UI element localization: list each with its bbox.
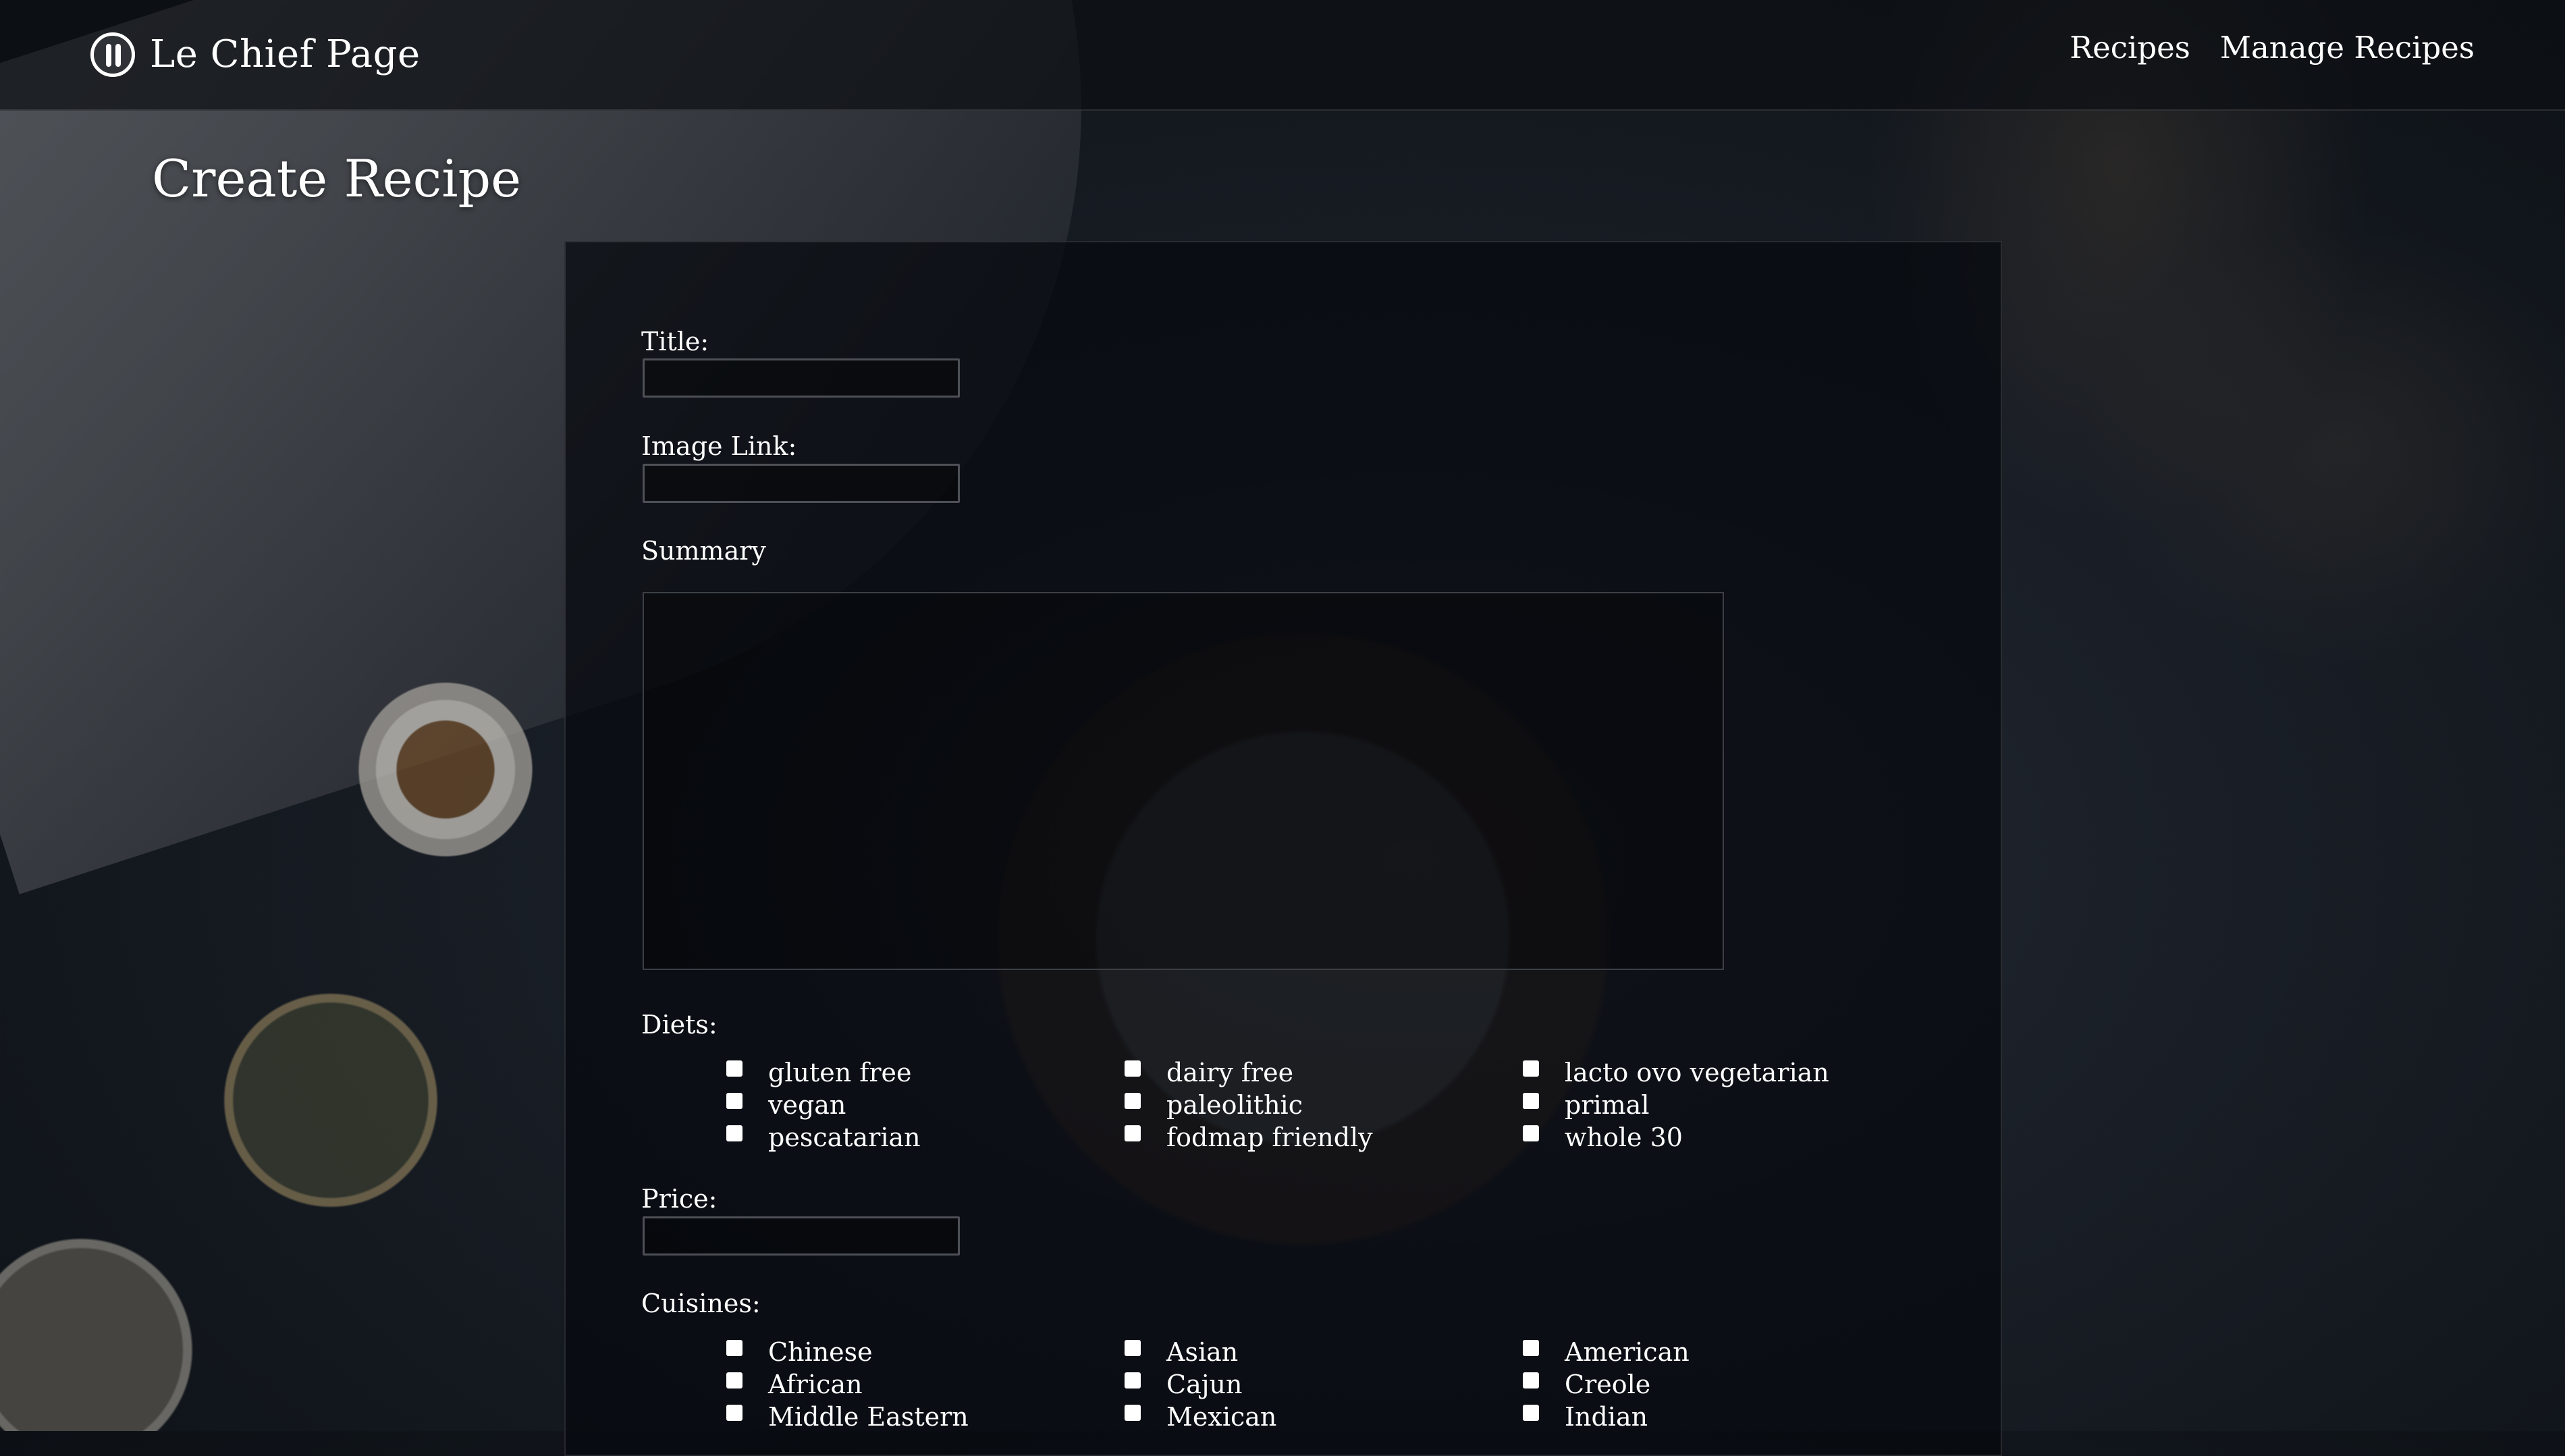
image-link-label: Image Link:	[641, 431, 797, 461]
diet-option-label: whole 30	[1565, 1123, 1683, 1152]
diet-option: primal	[1523, 1089, 1650, 1121]
image-link-input[interactable]	[643, 464, 960, 503]
diet-checkbox[interactable]	[1125, 1060, 1141, 1077]
cuisine-checkbox[interactable]	[726, 1372, 742, 1388]
create-recipe-form: Title: Image Link: Summary Diets: gluten…	[564, 241, 2002, 1456]
cuisine-option: African	[726, 1368, 863, 1401]
cuisine-checkbox[interactable]	[726, 1405, 742, 1421]
diet-option-label: fodmap friendly	[1166, 1123, 1373, 1152]
cuisine-option: Chinese	[726, 1336, 873, 1368]
cuisine-option-label: Middle Eastern	[768, 1402, 969, 1432]
diet-option-label: vegan	[768, 1090, 846, 1120]
diet-checkbox[interactable]	[726, 1060, 742, 1077]
summary-label: Summary	[641, 536, 766, 566]
title-input[interactable]	[643, 358, 960, 398]
diet-option: lacto ovo vegetarian	[1523, 1056, 1829, 1089]
diet-option-label: gluten free	[768, 1058, 912, 1087]
cuisine-option-label: Asian	[1166, 1337, 1239, 1367]
cuisine-option-label: American	[1565, 1337, 1690, 1367]
cuisine-option: Mexican	[1125, 1401, 1276, 1433]
brand-title: Le Chief Page	[150, 32, 421, 76]
diet-option-label: primal	[1565, 1090, 1650, 1120]
diet-checkbox[interactable]	[1523, 1125, 1539, 1141]
diet-option-label: paleolithic	[1166, 1090, 1303, 1120]
diets-label: Diets:	[641, 1010, 718, 1040]
cuisine-option: Indian	[1523, 1401, 1648, 1433]
diet-option: vegan	[726, 1089, 846, 1121]
brand[interactable]: Le Chief Page	[90, 31, 421, 78]
cuisines-label: Cuisines:	[641, 1289, 761, 1318]
cuisine-option: Middle Eastern	[726, 1401, 969, 1433]
diet-option: gluten free	[726, 1056, 911, 1089]
diet-checkbox[interactable]	[726, 1125, 742, 1141]
price-input[interactable]	[643, 1216, 960, 1256]
diet-checkbox[interactable]	[1125, 1125, 1141, 1141]
cuisine-option: Cajun	[1125, 1368, 1242, 1401]
nav-link-manage-recipes[interactable]: Manage Recipes	[2220, 26, 2475, 70]
cuisine-option-label: Mexican	[1166, 1402, 1277, 1432]
nav-link-recipes[interactable]: Recipes	[2070, 26, 2190, 70]
background-bowl	[324, 648, 567, 891]
price-label: Price:	[641, 1184, 718, 1214]
diet-option-label: dairy free	[1166, 1058, 1294, 1087]
background-bowl	[0, 1188, 243, 1431]
cuisine-option-label: Chinese	[768, 1337, 873, 1367]
diet-option: dairy free	[1125, 1056, 1293, 1089]
cuisine-checkbox[interactable]	[1125, 1405, 1141, 1421]
summary-textarea[interactable]	[643, 592, 1724, 970]
cuisine-option-label: African	[768, 1370, 863, 1399]
diet-option: fodmap friendly	[1125, 1121, 1373, 1154]
cuisine-checkbox[interactable]	[1125, 1372, 1141, 1388]
cuisine-option-label: Cajun	[1166, 1370, 1243, 1399]
cuisine-option-label: Indian	[1565, 1402, 1648, 1432]
navbar: Le Chief Page Recipes Manage Recipes	[0, 0, 2565, 111]
cuisine-option: Asian	[1125, 1336, 1238, 1368]
cuisine-checkbox[interactable]	[726, 1340, 742, 1356]
cuisine-checkbox[interactable]	[1125, 1340, 1141, 1356]
diet-checkbox[interactable]	[1125, 1093, 1141, 1109]
title-label: Title:	[641, 327, 709, 356]
cuisine-option: American	[1523, 1336, 1690, 1368]
diet-option: whole 30	[1523, 1121, 1683, 1154]
background-bowl	[176, 945, 486, 1256]
diet-option-label: pescatarian	[768, 1123, 921, 1152]
fork-knife-plate-icon	[90, 32, 135, 77]
diet-option: pescatarian	[726, 1121, 921, 1154]
page-title: Create Recipe	[152, 149, 522, 209]
cuisine-option-label: Creole	[1565, 1370, 1651, 1399]
cuisine-option: Creole	[1523, 1368, 1650, 1401]
cuisine-checkbox[interactable]	[1523, 1340, 1539, 1356]
nav-links: Recipes Manage Recipes	[2070, 26, 2475, 70]
cuisine-checkbox[interactable]	[1523, 1372, 1539, 1388]
diet-option: paleolithic	[1125, 1089, 1303, 1121]
diet-checkbox[interactable]	[1523, 1060, 1539, 1077]
diet-checkbox[interactable]	[726, 1093, 742, 1109]
diet-option-label: lacto ovo vegetarian	[1565, 1058, 1829, 1087]
cuisine-checkbox[interactable]	[1523, 1405, 1539, 1421]
diet-checkbox[interactable]	[1523, 1093, 1539, 1109]
